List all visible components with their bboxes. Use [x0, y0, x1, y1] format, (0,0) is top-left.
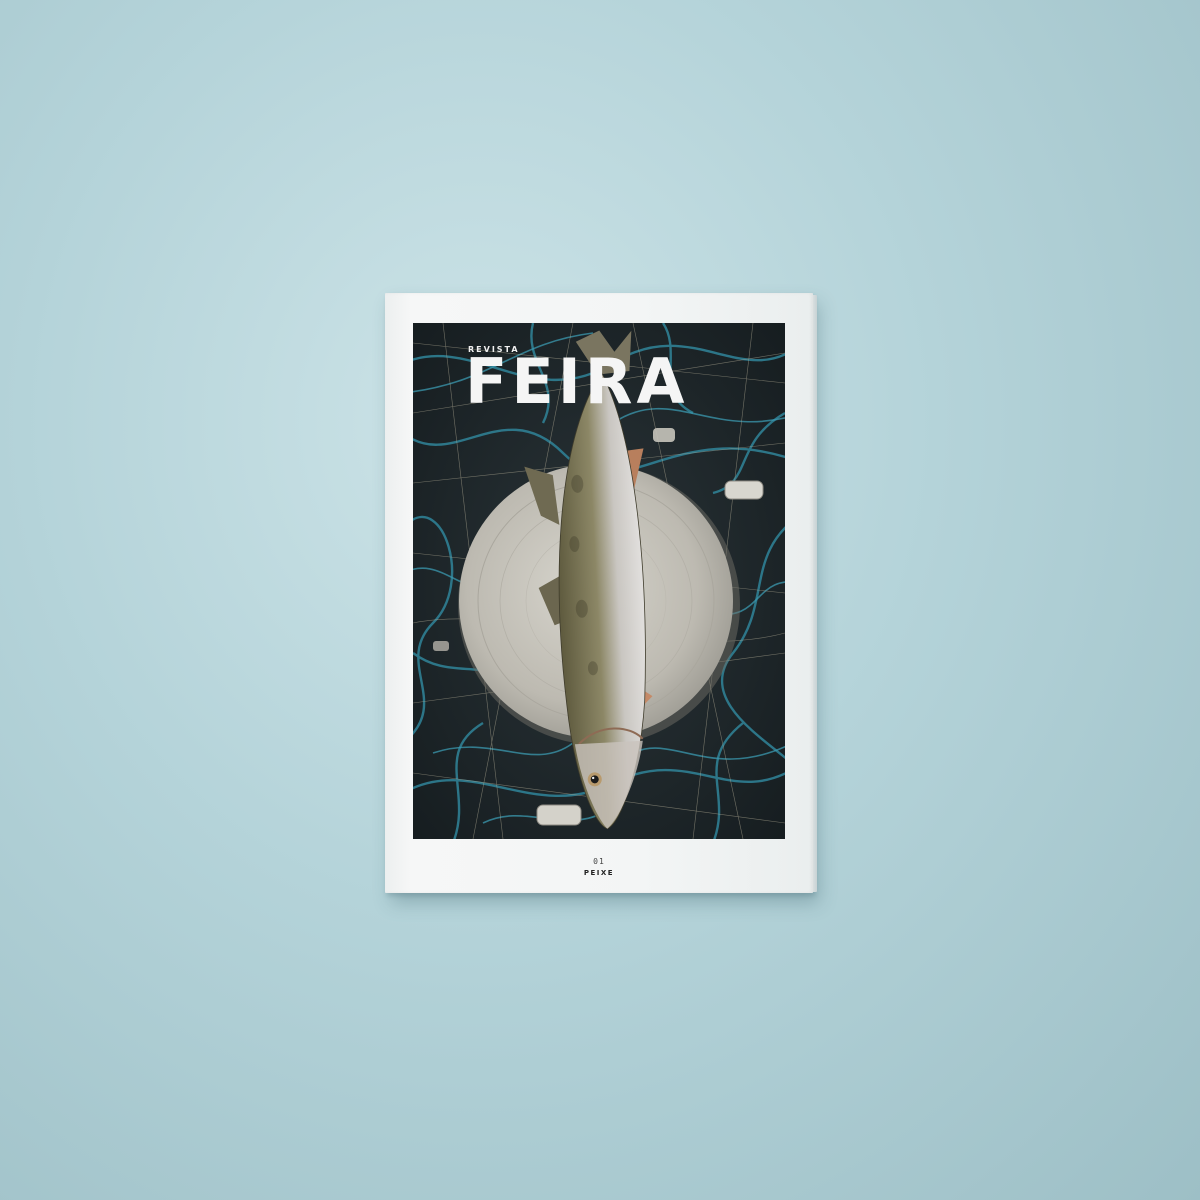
- masthead-title: FEIRA: [465, 345, 689, 418]
- issue-number: 01: [593, 857, 605, 866]
- issue-theme: PEIXE: [583, 869, 615, 877]
- magazine-cover: REVISTA FEIRA 01 PEIXE: [385, 293, 817, 893]
- mockup-background: REVISTA FEIRA 01 PEIXE: [0, 0, 1200, 1200]
